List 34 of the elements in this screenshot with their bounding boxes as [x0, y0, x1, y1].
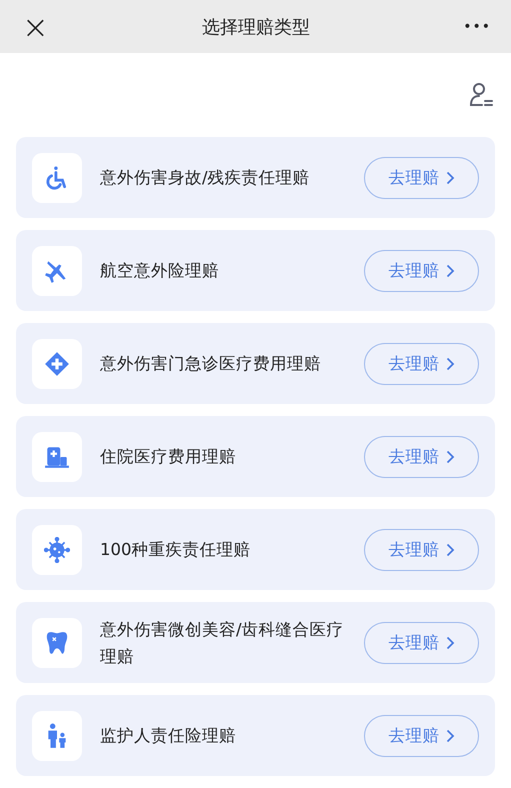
page-title: 选择理赔类型	[202, 16, 310, 38]
claim-card[interactable]: 住院医疗费用理赔 去理赔	[16, 416, 495, 497]
chevron-right-icon	[446, 170, 454, 184]
more-menu-button[interactable]: •••	[463, 18, 491, 34]
close-button[interactable]: ×	[22, 10, 49, 42]
go-claim-button[interactable]: 去理赔	[364, 156, 479, 198]
chevron-right-icon	[446, 636, 454, 650]
tooth-icon	[44, 630, 70, 656]
go-claim-button[interactable]: 去理赔	[364, 342, 479, 384]
go-claim-button[interactable]: 去理赔	[364, 436, 479, 478]
go-claim-button[interactable]: 去理赔	[364, 528, 479, 570]
claim-type-label: 意外伤害微创美容/齿科缝合医疗理赔	[100, 618, 344, 668]
medical-cross-icon	[44, 350, 70, 376]
claim-card[interactable]: 监护人责任险理赔 去理赔	[16, 695, 495, 776]
claim-type-label: 意外伤害身故/残疾责任理赔	[100, 167, 311, 189]
chevron-right-icon	[446, 728, 454, 742]
claim-type-label: 100种重疾责任理赔	[100, 539, 252, 561]
chevron-right-icon	[446, 542, 454, 556]
chevron-right-icon	[446, 264, 454, 278]
go-claim-button[interactable]: 去理赔	[364, 714, 479, 756]
claim-card[interactable]: 100种重疾责任理赔 去理赔	[16, 509, 495, 590]
claim-type-label: 意外伤害门急诊医疗费用理赔	[100, 353, 322, 375]
claim-card[interactable]: 意外伤害门急诊医疗费用理赔 去理赔	[16, 323, 495, 404]
claim-type-label: 监护人责任险理赔	[100, 725, 237, 747]
virus-icon	[44, 536, 70, 562]
claim-type-label: 航空意外险理赔	[100, 260, 220, 282]
go-claim-button[interactable]: 去理赔	[364, 250, 479, 292]
chevron-right-icon	[446, 356, 454, 370]
claim-card[interactable]: 意外伤害微创美容/齿科缝合医疗理赔 去理赔	[16, 602, 495, 683]
chevron-right-icon	[446, 450, 454, 464]
claim-card[interactable]: 航空意外险理赔 去理赔	[16, 230, 495, 311]
claim-type-label: 住院医疗费用理赔	[100, 446, 237, 468]
claim-card[interactable]: 意外伤害身故/残疾责任理赔 去理赔	[16, 137, 495, 218]
go-claim-button[interactable]: 去理赔	[364, 622, 479, 664]
